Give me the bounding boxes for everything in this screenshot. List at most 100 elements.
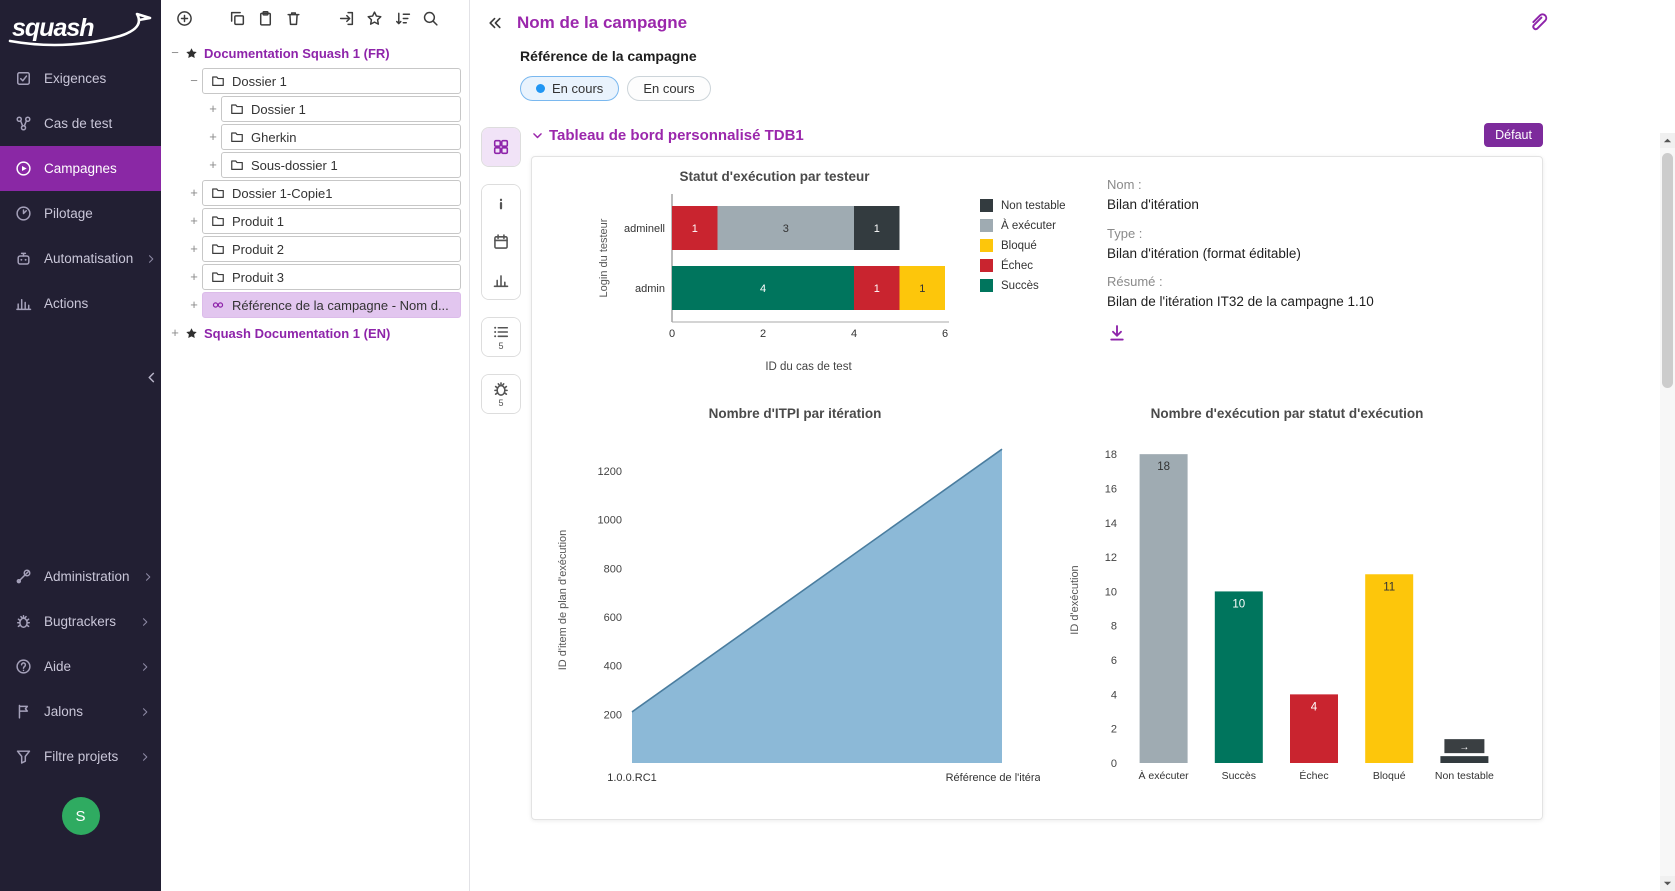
tree-node-box[interactable]: Produit 1 xyxy=(202,208,461,234)
collapse-toggle[interactable]: − xyxy=(186,74,202,88)
scrollbar-thumb[interactable] xyxy=(1662,153,1673,388)
search-button[interactable] xyxy=(421,9,440,28)
sidebar-item-automatisation[interactable]: Automatisation xyxy=(0,236,161,281)
pill-label: En cours xyxy=(643,81,694,96)
rail-tab-information[interactable] xyxy=(482,185,520,223)
rail-tab-planning[interactable] xyxy=(482,223,520,261)
tree-node-box[interactable]: Sous-dossier 1 xyxy=(221,152,461,178)
sidebar-item-bugtrackers[interactable]: Bugtrackers xyxy=(0,599,161,644)
svg-text:400: 400 xyxy=(604,661,622,673)
expand-toggle[interactable]: + xyxy=(205,102,221,116)
export-button[interactable] xyxy=(337,9,356,28)
svg-text:600: 600 xyxy=(604,612,622,624)
add-button[interactable] xyxy=(175,9,194,28)
expand-toggle[interactable]: + xyxy=(205,158,221,172)
expand-toggle[interactable]: + xyxy=(186,298,202,312)
tree-node-reference-de-la-campagne-nom-d[interactable]: +Référence de la campagne - Nom d... xyxy=(161,291,469,319)
svg-text:12: 12 xyxy=(1105,552,1117,564)
node-label: Dossier 1 xyxy=(251,102,306,117)
svg-text:10: 10 xyxy=(1105,586,1117,598)
sort-button[interactable] xyxy=(393,9,412,28)
avatar[interactable]: S xyxy=(62,797,100,835)
chevron-right-icon xyxy=(139,706,151,718)
tree-node-dossier-1[interactable]: −Dossier 1 xyxy=(161,67,469,95)
favorite-button[interactable] xyxy=(365,9,384,28)
sidebar-item-cas-de-test[interactable]: Cas de test xyxy=(0,101,161,146)
tree-node-documentation-squash-1-fr[interactable]: −Documentation Squash 1 (FR) xyxy=(161,39,469,67)
info-field-label: Nom : xyxy=(1107,177,1427,192)
status-pill-2[interactable]: En cours xyxy=(627,76,710,101)
node-label: Produit 1 xyxy=(232,214,284,229)
expand-toggle[interactable]: + xyxy=(186,214,202,228)
info-field-label: Type : xyxy=(1107,226,1427,241)
scroll-up-icon[interactable] xyxy=(1660,133,1675,148)
content-row: 55 Tableau de bord personnalisé TDB1 Déf… xyxy=(470,113,1675,820)
tree-node-box[interactable]: Référence de la campagne - Nom d... xyxy=(202,292,461,318)
status-pill-1[interactable]: En cours xyxy=(520,76,619,101)
svg-text:Échec: Échec xyxy=(1299,769,1328,782)
rail-tab-issues[interactable]: 5 xyxy=(482,375,520,413)
squash-logo[interactable]: squash xyxy=(0,0,161,56)
defaut-badge[interactable]: Défaut xyxy=(1484,123,1543,147)
tree-node-box[interactable]: Produit 3 xyxy=(202,264,461,290)
scroll-down-icon[interactable] xyxy=(1660,876,1675,891)
sidebar-item-campagnes[interactable]: Campagnes xyxy=(0,146,161,191)
expand-toggle[interactable]: + xyxy=(167,326,183,340)
copy-button[interactable] xyxy=(228,9,247,28)
delete-button[interactable] xyxy=(284,9,303,28)
rail-tab-test-plan[interactable]: 5 xyxy=(482,318,520,356)
execution-status-chart-block: Nombre d'exécution par statut d'exécutio… xyxy=(1062,406,1512,795)
campaign-reference: Référence de la campagne xyxy=(470,33,1675,64)
tree-node-box[interactable]: Dossier 1-Copie1 xyxy=(202,180,461,206)
tree-node-produit-3[interactable]: +Produit 3 xyxy=(161,263,469,291)
rail-tab-dashboard[interactable] xyxy=(482,128,520,166)
expand-toggle[interactable]: + xyxy=(186,242,202,256)
requirements-icon xyxy=(15,70,32,87)
sidebar-item-aide[interactable]: Aide xyxy=(0,644,161,689)
svg-text:Non testable: Non testable xyxy=(1435,770,1494,782)
expand-toggle[interactable]: + xyxy=(186,270,202,284)
svg-text:À exécuter: À exécuter xyxy=(1138,769,1189,782)
collapse-toggle[interactable]: − xyxy=(167,46,183,60)
sidebar-item-filtre-projets[interactable]: Filtre projets xyxy=(0,734,161,779)
sidebar-item-label: Campagnes xyxy=(44,161,151,176)
vertical-scrollbar[interactable] xyxy=(1660,133,1675,891)
node-label: Gherkin xyxy=(251,130,297,145)
tree-node-squash-documentation-1-en[interactable]: +Squash Documentation 1 (EN) xyxy=(161,319,469,347)
sidebar-item-jalons[interactable]: Jalons xyxy=(0,689,161,734)
sidebar-collapse-button[interactable] xyxy=(144,370,159,385)
sidebar-item-administration[interactable]: Administration xyxy=(0,554,161,599)
tree-node-box[interactable]: Dossier 1 xyxy=(202,68,461,94)
tree-node-box[interactable]: Gherkin xyxy=(221,124,461,150)
tree-node-produit-1[interactable]: + Produit 1 xyxy=(161,207,469,235)
sidebar-item-label: Cas de test xyxy=(44,116,151,131)
tree-node-produit-2[interactable]: +Produit 2 xyxy=(161,235,469,263)
expand-toggle[interactable]: + xyxy=(205,130,221,144)
svg-text:4: 4 xyxy=(760,283,766,295)
sidebar-item-actions[interactable]: Actions xyxy=(0,281,161,326)
download-report-button[interactable] xyxy=(1107,323,1127,343)
tree-node-dossier-1-copie1[interactable]: +Dossier 1-Copie1 xyxy=(161,179,469,207)
tree-node-dossier-1[interactable]: + Dossier 1 xyxy=(161,95,469,123)
collapse-tree-button[interactable] xyxy=(487,15,503,31)
tree-node-gherkin[interactable]: + Gherkin xyxy=(161,123,469,151)
sidebar-item-exigences[interactable]: Exigences xyxy=(0,56,161,101)
rail-tab-statistics[interactable] xyxy=(482,261,520,299)
rail-group xyxy=(481,184,521,300)
expand-toggle[interactable]: + xyxy=(186,186,202,200)
tree-node-box[interactable]: Dossier 1 xyxy=(221,96,461,122)
test-cases-icon xyxy=(15,115,32,132)
tree-node-sous-dossier-1[interactable]: +Sous-dossier 1 xyxy=(161,151,469,179)
sidebar-item-label: Pilotage xyxy=(44,206,151,221)
paste-button[interactable] xyxy=(256,9,275,28)
chart-title: Nombre d'exécution par statut d'exécutio… xyxy=(1062,406,1512,421)
sidebar-item-pilotage[interactable]: Pilotage xyxy=(0,191,161,236)
sidebar-item-label: Actions xyxy=(44,296,151,311)
attachments-button[interactable] xyxy=(1527,10,1549,32)
svg-text:ID du cas de test: ID du cas de test xyxy=(765,361,852,373)
folder-icon xyxy=(211,74,225,88)
sidebar-item-label: Administration xyxy=(44,569,130,584)
tree-node-box[interactable]: Produit 2 xyxy=(202,236,461,262)
section-collapse-icon[interactable] xyxy=(531,129,544,142)
svg-text:1.0.0.RC1: 1.0.0.RC1 xyxy=(607,772,657,784)
